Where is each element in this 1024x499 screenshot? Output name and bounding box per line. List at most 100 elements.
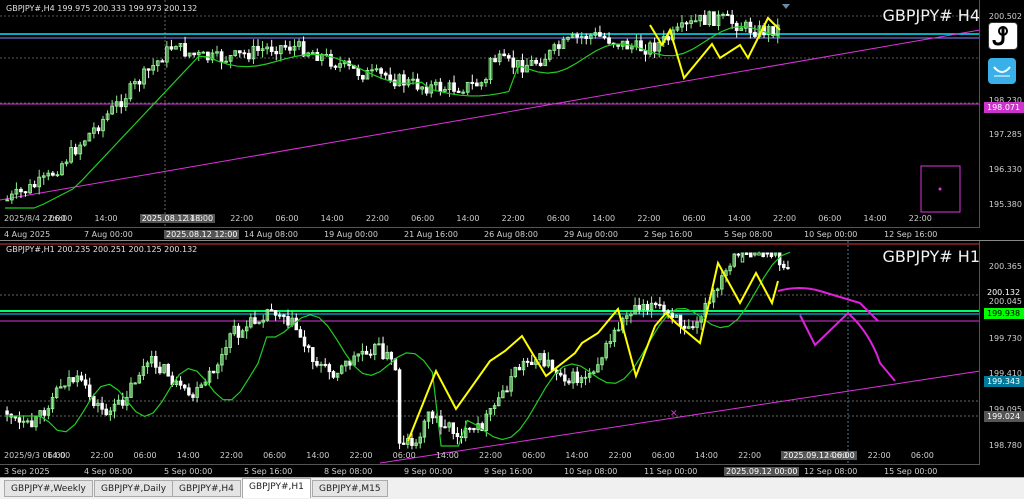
time-label: 2025.09.12 00:00 xyxy=(724,467,800,476)
h1-time-axis[interactable]: 3 Sep 2025 4 Sep 08:00 5 Sep 00:00 5 Sep 16… xyxy=(0,464,980,477)
time-label: 11 Sep 00:00 xyxy=(644,467,698,476)
candle-body xyxy=(472,427,476,431)
time-label: 5 Sep 00:00 xyxy=(164,467,213,476)
inner-time-label: 14:00 xyxy=(863,214,887,223)
candle-body xyxy=(315,52,320,61)
inner-time-label: 06:00 xyxy=(411,214,435,223)
candle-body xyxy=(474,82,479,87)
candle-body xyxy=(315,360,319,366)
candle-body xyxy=(411,78,415,81)
inner-time-label: 22:00 xyxy=(773,214,797,223)
candle-body xyxy=(542,353,546,367)
candle-body xyxy=(455,432,460,438)
candle-body xyxy=(658,304,662,307)
h4-price-label: 196.330 xyxy=(988,165,1022,174)
inner-time-label: 22:00 xyxy=(738,451,762,460)
candle-body xyxy=(388,74,393,81)
h4-price-tag: 198.071 xyxy=(984,102,1024,113)
inner-time-label: 14:00 xyxy=(727,214,751,223)
candle-body xyxy=(63,385,67,388)
candle-body xyxy=(5,199,10,202)
candle-body xyxy=(187,387,191,396)
inner-time-label: 14:00 xyxy=(565,451,589,460)
candle-body xyxy=(721,13,725,16)
h1-price-tag-ma: 199.938 xyxy=(984,308,1024,319)
time-label: 3 Sep 2025 xyxy=(4,467,50,476)
candle-body xyxy=(294,317,299,331)
time-label: 7 Aug 00:00 xyxy=(84,230,133,239)
h1-price-tag-level: 199.024 xyxy=(984,411,1024,422)
h1-chart-pane[interactable]: ✕ GBPJPY#,H1 200.235 200.251 200.125 200… xyxy=(0,241,1024,477)
fishing-hook-icon[interactable] xyxy=(988,22,1018,50)
candle-body xyxy=(397,369,402,444)
h4-chart-canvas[interactable] xyxy=(0,0,1024,240)
time-label: 26 Aug 08:00 xyxy=(484,230,538,239)
h4-time-axis[interactable]: 4 Aug 2025 7 Aug 00:00 2025.08.12 12:00 14 … xyxy=(0,227,980,240)
time-label: 4 Aug 2025 xyxy=(4,230,51,239)
candle-body xyxy=(670,312,674,318)
trendline xyxy=(0,29,981,201)
candle-body xyxy=(182,384,187,389)
candle-body xyxy=(637,304,641,311)
tab-gbpjpy-h4[interactable]: GBPJPY#,H4 xyxy=(172,480,241,497)
candle-body xyxy=(653,302,658,306)
candle-body xyxy=(13,416,18,419)
candle-body xyxy=(702,14,707,25)
candle-body xyxy=(662,304,666,312)
candle-body xyxy=(55,174,60,177)
inner-time-label: 22:00 xyxy=(867,451,891,460)
candle-body xyxy=(146,68,151,71)
candle-body xyxy=(269,309,274,312)
candle-body xyxy=(765,252,770,255)
inner-time-label: 22:00 xyxy=(230,214,254,223)
time-label: 4 Sep 08:00 xyxy=(84,467,133,476)
candle-body xyxy=(381,343,385,360)
candle-body xyxy=(643,50,648,55)
inner-time-label: 06:00 xyxy=(651,451,675,460)
candle-body xyxy=(206,51,210,61)
candle-body xyxy=(749,252,753,258)
h1-price-axis[interactable]: 200.365 200.045 199.730 199.410 199.095 … xyxy=(979,241,1024,477)
inner-time-label: 22:00 xyxy=(608,451,632,460)
h1-chart-canvas[interactable]: ✕ xyxy=(0,241,1024,477)
h4-chart-pane[interactable]: GBPJPY#,H4 199.975 200.333 199.973 200.1… xyxy=(0,0,1024,240)
candle-body xyxy=(616,329,621,332)
time-label: 8 Sep 08:00 xyxy=(324,467,373,476)
inner-time-label: 14:00 xyxy=(306,451,330,460)
candle-body xyxy=(17,417,22,423)
candle-body xyxy=(274,50,279,55)
inner-time-label: 06:00 xyxy=(910,451,934,460)
candle-body xyxy=(567,380,571,384)
candle-body xyxy=(256,45,260,51)
inner-time-label: 06:00 xyxy=(133,451,157,460)
candle-body xyxy=(550,359,555,371)
candle-body xyxy=(237,50,242,54)
candle-body xyxy=(757,252,761,256)
tab-gbpjpy-weekly[interactable]: GBPJPY#,Weekly xyxy=(4,480,93,497)
tab-gbpjpy-h1[interactable]: GBPJPY#,H1 xyxy=(242,478,311,498)
inner-time-label: 06:00 xyxy=(392,451,416,460)
candle-body xyxy=(753,31,757,37)
inner-time-label: 22:00 xyxy=(637,214,661,223)
candle-body xyxy=(451,422,456,434)
candle-body xyxy=(364,350,369,355)
tab-gbpjpy-daily[interactable]: GBPJPY#,Daily xyxy=(94,480,174,497)
inner-time-label: 06:00 xyxy=(818,214,842,223)
time-label: 2025.08.12 12:00 xyxy=(164,230,240,239)
candle-body xyxy=(377,343,381,346)
candle-body xyxy=(25,420,30,423)
candle-body xyxy=(71,377,75,383)
candle-body xyxy=(42,410,46,416)
smile-curve-icon[interactable] xyxy=(988,58,1016,84)
candle-body xyxy=(443,426,447,429)
candle-body xyxy=(356,67,361,77)
candle-body xyxy=(5,410,9,415)
candle-body xyxy=(286,316,290,326)
tab-gbpjpy-m15[interactable]: GBPJPY#,M15 xyxy=(312,480,388,497)
inner-time-label: 06:00 xyxy=(49,214,73,223)
time-label: 10 Sep 08:00 xyxy=(564,467,618,476)
candle-body xyxy=(96,127,101,132)
candle-body xyxy=(23,191,28,194)
candle-body xyxy=(283,45,288,48)
candle-body xyxy=(282,314,286,318)
